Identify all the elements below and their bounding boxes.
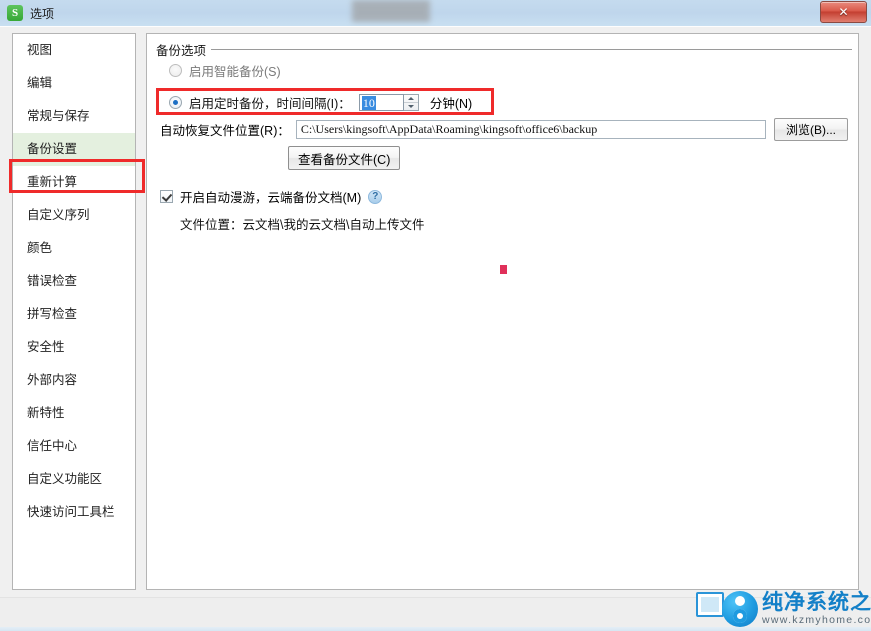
app-logo-icon: S xyxy=(7,5,23,21)
radio-button-timed-backup[interactable] xyxy=(169,96,182,109)
watermark-text: 纯净系统之家 www.kzmyhome.com xyxy=(762,591,871,627)
sidebar-item-color[interactable]: 颜色 xyxy=(13,232,135,265)
dialog-body: 视图 编辑 常规与保存 备份设置 重新计算 自定义序列 颜色 错误检查 拼写检查… xyxy=(0,26,871,631)
timed-backup-radio-row[interactable]: 启用定时备份，时间间隔(I)： 10 分钟(N) xyxy=(169,93,472,112)
options-dialog-window: S 选项 ✕ 视图 编辑 常规与保存 备份设置 重新计算 自定义序列 颜色 错误… xyxy=(0,0,871,631)
help-icon[interactable]: ? xyxy=(368,189,383,204)
stepper-down-icon[interactable] xyxy=(404,103,418,110)
dialog-content-area: 视图 编辑 常规与保存 备份设置 重新计算 自定义序列 颜色 错误检查 拼写检查… xyxy=(0,27,871,597)
radio-button-smart-backup[interactable] xyxy=(169,64,182,77)
watermark-title: 纯净系统之家 xyxy=(762,590,871,614)
title-bar: S 选项 ✕ xyxy=(0,0,871,26)
backup-options-group-header: 备份选项 xyxy=(156,41,852,58)
backup-interval-input[interactable]: 10 xyxy=(358,94,404,111)
minutes-unit-label: 分钟(N) xyxy=(429,97,473,111)
sidebar-item-new-features[interactable]: 新特性 xyxy=(13,397,135,430)
backup-settings-panel: 备份选项 启用智能备份(S) 启用定时备份，时间间隔(I)： 10 分钟(N) … xyxy=(146,33,859,590)
settings-category-sidebar[interactable]: 视图 编辑 常规与保存 备份设置 重新计算 自定义序列 颜色 错误检查 拼写检查… xyxy=(12,33,136,590)
browse-button[interactable]: 浏览(B)... xyxy=(774,117,848,141)
smart-backup-radio-row[interactable]: 启用智能备份(S) xyxy=(169,61,281,80)
sidebar-item-spell-check[interactable]: 拼写检查 xyxy=(13,298,135,331)
watermark-logo-icon xyxy=(722,590,758,627)
sidebar-item-view[interactable]: 视图 xyxy=(13,34,135,67)
watermark-url: www.kzmyhome.com xyxy=(762,613,871,626)
sidebar-item-security[interactable]: 安全性 xyxy=(13,331,135,364)
sidebar-item-trust-center[interactable]: 信任中心 xyxy=(13,430,135,463)
sidebar-item-custom-ribbon[interactable]: 自定义功能区 xyxy=(13,463,135,496)
recovery-path-input[interactable]: C:\Users\kingsoft\AppData\Roaming\kingso… xyxy=(295,119,766,139)
sidebar-item-quick-access-toolbar[interactable]: 快速访问工具栏 xyxy=(13,496,135,529)
bottom-corner-widget xyxy=(696,592,724,617)
sidebar-item-external-content[interactable]: 外部内容 xyxy=(13,364,135,397)
smart-backup-label: 启用智能备份(S) xyxy=(189,65,281,79)
view-backup-files-button[interactable]: 查看备份文件(C) xyxy=(288,146,401,170)
sidebar-item-backup-settings[interactable]: 备份设置 xyxy=(13,133,135,166)
auto-roam-label: 开启自动漫游，云端备份文档(M) xyxy=(180,191,362,205)
red-marker-dot xyxy=(500,265,507,274)
site-watermark: 纯净系统之家 www.kzmyhome.com xyxy=(722,586,871,631)
auto-roam-row[interactable]: 开启自动漫游，云端备份文档(M) ? xyxy=(160,187,383,206)
titlebar-smudge xyxy=(352,0,430,22)
checkbox-auto-roam[interactable] xyxy=(160,190,173,203)
sidebar-item-edit[interactable]: 编辑 xyxy=(13,67,135,100)
group-divider-line xyxy=(211,48,852,50)
backup-interval-stepper[interactable] xyxy=(403,94,419,111)
backup-interval-value: 10 xyxy=(361,95,376,110)
sidebar-item-general-save[interactable]: 常规与保存 xyxy=(13,100,135,133)
auto-roam-location-text: 文件位置：云文档\我的云文档\自动上传文件 xyxy=(180,218,425,232)
sidebar-item-recalculate[interactable]: 重新计算 xyxy=(13,166,135,199)
stepper-up-icon[interactable] xyxy=(403,95,418,103)
sidebar-item-custom-list[interactable]: 自定义序列 xyxy=(13,199,135,232)
sidebar-item-error-check[interactable]: 错误检查 xyxy=(13,265,135,298)
timed-backup-label: 启用定时备份，时间间隔(I)： xyxy=(189,97,351,111)
recovery-path-row: 自动恢复文件位置(R)： C:\Users\kingsoft\AppData\R… xyxy=(160,117,848,141)
recovery-path-label: 自动恢复文件位置(R)： xyxy=(160,123,290,138)
group-title-label: 备份选项 xyxy=(156,43,207,58)
window-title: 选项 xyxy=(30,6,55,21)
close-icon[interactable]: ✕ xyxy=(820,1,867,23)
